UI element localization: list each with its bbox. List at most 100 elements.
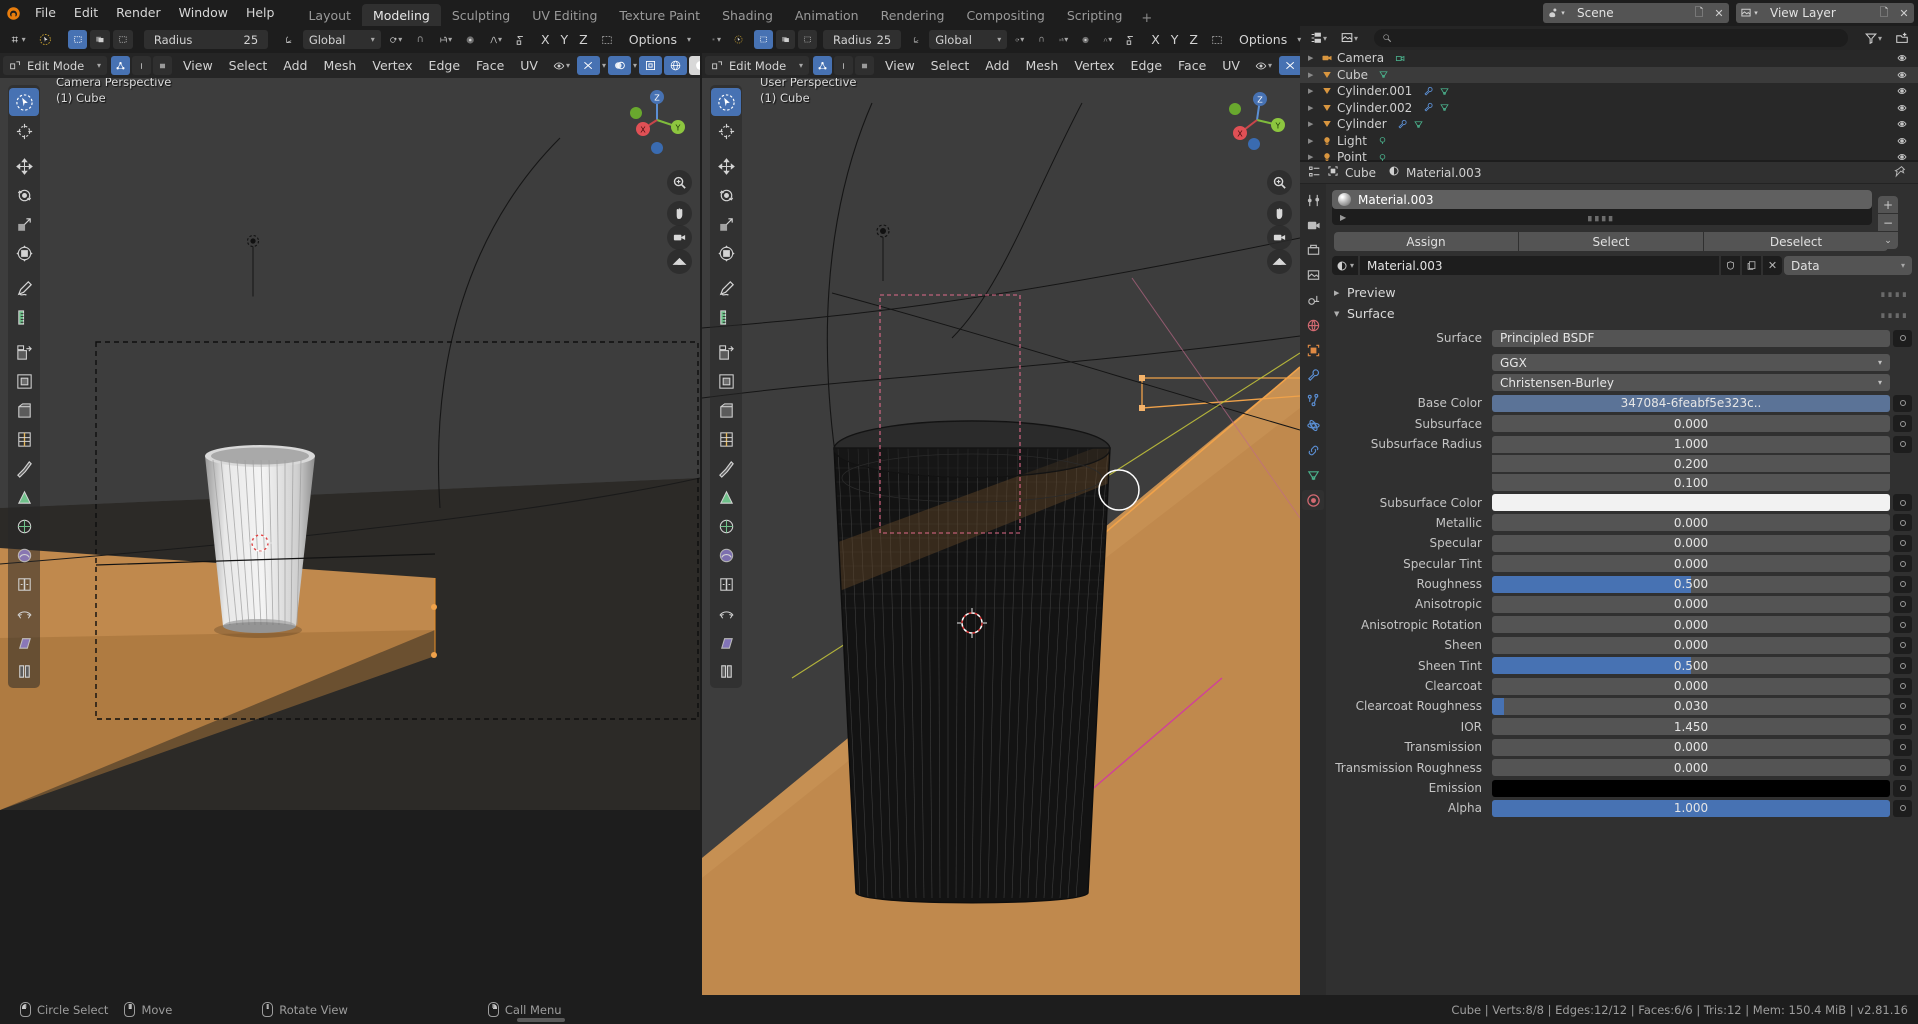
socket-clearcoat-roughness[interactable] — [1893, 697, 1912, 715]
field-subsurface-radius-y[interactable]: 0.200 — [1492, 455, 1890, 473]
field-clearcoat[interactable]: 0.000 — [1492, 677, 1890, 695]
socket-specular[interactable] — [1893, 534, 1912, 552]
move-tool[interactable] — [9, 152, 39, 180]
snap-to-dropdown-2[interactable]: ▾ — [1054, 30, 1073, 49]
cursor-tool[interactable] — [9, 117, 39, 145]
snap-magnet-icon[interactable] — [410, 30, 430, 49]
bevel-tool[interactable] — [9, 396, 39, 424]
menu-window[interactable]: Window — [170, 3, 237, 23]
transform-orientation-dropdown[interactable]: Global ▾ — [302, 30, 381, 49]
measure-tool[interactable] — [9, 303, 39, 331]
mode-dropdown[interactable]: Edit Mode ▾ — [3, 56, 107, 75]
select-set-mode-button[interactable] — [67, 30, 88, 49]
editor-type-icon-props[interactable] — [1308, 165, 1321, 181]
rip-region-tool[interactable] — [9, 657, 39, 685]
workspace-tab-uv-editing[interactable]: UV Editing — [521, 4, 608, 26]
toggle-perspective-icon-2[interactable] — [1267, 249, 1292, 274]
breadcrumb-object-label[interactable]: Cube — [1345, 166, 1376, 180]
field-ior[interactable]: 1.450 — [1492, 718, 1890, 736]
socket-sheen[interactable] — [1893, 636, 1912, 654]
new-material-copy-icon[interactable] — [1742, 256, 1761, 275]
viewport-user[interactable]: Edit Mode ▾ View Select Add Mesh Vertex … — [702, 53, 1300, 995]
assign-button[interactable]: Assign — [1334, 232, 1518, 251]
proportional-editing-toggle[interactable] — [460, 30, 480, 49]
material-slot-row[interactable]: Material.003 — [1332, 190, 1872, 209]
visibility-eye-icon[interactable] — [1896, 69, 1908, 81]
expand-triangle-icon[interactable]: ▶ — [1308, 120, 1319, 128]
menu-edit[interactable]: Edit — [65, 3, 107, 23]
outliner-search-input[interactable] — [1374, 29, 1848, 47]
view-layer-browse-icon[interactable]: ▾ — [1736, 3, 1762, 23]
vp2-menu-face[interactable]: Face — [1171, 56, 1213, 76]
tweak-gizmo-icon[interactable] — [34, 30, 57, 49]
field-roughness[interactable]: 0.500 — [1492, 575, 1890, 593]
select-extend-mode-button[interactable] — [90, 30, 110, 49]
fake-user-shield-icon[interactable] — [1721, 256, 1740, 275]
show-gizmo-button[interactable] — [639, 56, 663, 75]
vp2-menu-mesh[interactable]: Mesh — [1018, 56, 1065, 76]
knife-tool[interactable] — [9, 454, 39, 482]
pin-icon[interactable] — [1893, 165, 1906, 181]
socket-specular-tint[interactable] — [1893, 555, 1912, 573]
remove-material-slot-button[interactable]: − — [1878, 214, 1898, 231]
data-tab[interactable] — [1302, 465, 1324, 485]
vp2-menu-view[interactable]: View — [878, 56, 922, 76]
material-name-field[interactable]: Material.003 — [1360, 256, 1719, 275]
socket-sheen-tint[interactable] — [1893, 657, 1912, 675]
left-navigation-gizmo[interactable]: Z Y X — [622, 85, 692, 155]
measure-tool-2[interactable] — [711, 303, 741, 331]
horizontal-scrollbar[interactable] — [517, 1018, 565, 1022]
vertex-select-mode-button[interactable] — [111, 56, 130, 75]
blender-logo-icon[interactable] — [0, 0, 26, 26]
material-slot-grip[interactable]: ▶ ▖▖▖▖ — [1332, 209, 1872, 225]
socket-subsurface-color[interactable] — [1893, 494, 1912, 512]
field-surface[interactable]: Principled BSDF — [1492, 329, 1890, 347]
new-collection-icon[interactable] — [1890, 29, 1914, 48]
shrink-fatten-tool-2[interactable] — [711, 599, 741, 627]
vertex-select-mode-button-2[interactable] — [813, 56, 832, 75]
field-subsurface-method[interactable]: Christensen-Burley ▾ — [1492, 374, 1890, 392]
rotate-tool[interactable] — [9, 181, 39, 209]
field-subsurface[interactable]: 0.000 — [1492, 415, 1890, 433]
field-clearcoat-roughness[interactable]: 0.030 — [1492, 697, 1890, 715]
vp-menu-face[interactable]: Face — [469, 56, 511, 76]
vp2-menu-add[interactable]: Add — [978, 56, 1016, 76]
menu-help[interactable]: Help — [237, 3, 284, 23]
mirror-x-toggle-2[interactable]: X — [1147, 30, 1164, 50]
field-subsurface-radius-z[interactable]: 0.100 — [1492, 474, 1890, 492]
outliner-item-cylinder-001[interactable]: ▶ Cylinder.001 — [1300, 83, 1918, 100]
outliner-item-cube[interactable]: ▶ Cube — [1300, 66, 1918, 83]
right-viewport-canvas[interactable] — [702, 78, 1300, 995]
view-layer-name-field[interactable]: View Layer — [1762, 3, 1874, 23]
field-specular-tint[interactable]: 0.000 — [1492, 555, 1890, 573]
outliner-item-cylinder-002[interactable]: ▶ Cylinder.002 — [1300, 100, 1918, 117]
tweak-tool-2[interactable] — [711, 88, 741, 116]
xray-toggle-button[interactable] — [577, 56, 600, 75]
transform-tool[interactable] — [9, 239, 39, 267]
left-viewport-canvas[interactable] — [0, 78, 700, 810]
object-tab[interactable] — [1302, 340, 1324, 360]
vp-menu-view[interactable]: View — [176, 56, 220, 76]
pivot-point-icon-2[interactable]: ▾ — [1010, 30, 1029, 49]
vp2-menu-select[interactable]: Select — [924, 56, 977, 76]
scene-name-field[interactable]: Scene — [1569, 3, 1689, 23]
visibility-eye-icon[interactable] — [1896, 52, 1908, 64]
vp-menu-mesh[interactable]: Mesh — [316, 56, 363, 76]
particles-tab[interactable] — [1302, 390, 1324, 410]
workspace-tab-layout[interactable]: Layout — [297, 4, 362, 26]
vp2-menu-vertex[interactable]: Vertex — [1067, 56, 1121, 76]
view-layer-tab[interactable] — [1302, 265, 1324, 285]
smooth-tool[interactable] — [9, 541, 39, 569]
vp-menu-select[interactable]: Select — [222, 56, 275, 76]
display-mode-icon[interactable]: ▾ — [1335, 29, 1363, 48]
field-base-color[interactable]: 347084-6feabf5e323c.. — [1492, 394, 1890, 412]
workspace-tab-scripting[interactable]: Scripting — [1056, 4, 1134, 26]
expand-triangle-icon[interactable]: ▶ — [1308, 71, 1319, 79]
menu-render[interactable]: Render — [107, 3, 170, 23]
spin-tool-2[interactable] — [711, 512, 741, 540]
radius-slider-2[interactable]: Radius 25 — [823, 30, 902, 49]
pan-view-icon-2[interactable] — [1267, 201, 1292, 226]
inset-faces-tool-2[interactable] — [711, 367, 741, 395]
view-layer-new-icon[interactable]: 🗋 — [1874, 3, 1894, 23]
camera-view-icon-2[interactable] — [1267, 225, 1292, 250]
